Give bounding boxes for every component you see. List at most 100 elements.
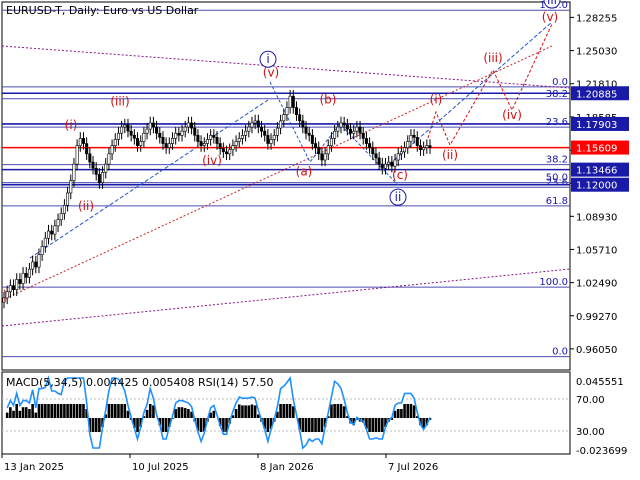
fib-label-2: 61.8 [546, 196, 568, 207]
fib-label-4: 50.0 [546, 173, 568, 184]
candle-body-78 [250, 122, 254, 128]
candle-body-122 [390, 161, 394, 167]
macd-bar-50 [161, 418, 165, 432]
macd-bar-37 [120, 404, 123, 418]
candle-body-83 [266, 135, 270, 144]
candle-body-40 [129, 130, 133, 136]
candle-body-90 [288, 95, 292, 108]
macd-bar-36 [117, 404, 120, 418]
candle-body-13 [43, 237, 47, 247]
macd-bar-87 [279, 404, 282, 418]
macd-bar-91 [291, 406, 295, 418]
candle-body-54 [174, 132, 178, 139]
wave-label-14: (v) [542, 10, 558, 24]
candle-body-18 [59, 213, 63, 221]
wave-label-12: (iii) [483, 51, 502, 65]
candle-body-10 [34, 261, 38, 268]
wave-label-16: ) [3, 288, 8, 302]
candle-body-45 [145, 128, 149, 134]
y-tick-label-8: 1.02490 [576, 279, 617, 290]
macd-bar-6 [21, 407, 25, 418]
candle-body-34 [110, 145, 114, 155]
macd-bar-118 [377, 418, 381, 432]
candle-body-62 [199, 141, 203, 146]
candle-body-130 [415, 137, 419, 146]
candle-body-21 [69, 180, 73, 194]
candle-body-64 [205, 139, 209, 144]
candle-body-75 [240, 135, 244, 139]
candle-body-66 [212, 135, 216, 138]
candle-body-46 [148, 122, 152, 130]
wave-label-2: (iii) [110, 94, 129, 108]
macd-bar-77 [247, 405, 251, 418]
candle-body-96 [307, 132, 311, 136]
candle-body-26 [85, 143, 89, 155]
candle-body-19 [62, 205, 66, 214]
candle-body-107 [342, 122, 346, 126]
macd-bar-97 [311, 418, 314, 432]
candle-body-115 [368, 143, 372, 148]
candle-body-77 [247, 126, 251, 132]
y-tick-label-6: 1.08930 [576, 212, 617, 223]
fib-label-6: 23.6 [546, 117, 568, 128]
candle-body-61 [196, 135, 200, 142]
macd-bar-125 [400, 409, 403, 418]
candle-body-108 [345, 124, 349, 130]
candle-body-86 [275, 127, 279, 136]
macd-bar-4 [15, 404, 19, 418]
macd-bar-20 [66, 404, 69, 418]
candle-body-113 [361, 132, 365, 139]
candle-body-112 [358, 126, 362, 134]
indicator-tick-label-1: 70.00 [576, 395, 605, 406]
macd-bar-14 [47, 404, 50, 418]
candle-body-129 [412, 135, 416, 138]
candle-body-72 [231, 145, 235, 151]
candle-body-39 [126, 124, 130, 132]
candle-body-89 [285, 107, 289, 116]
candle-body-14 [47, 230, 51, 239]
candle-body-70 [225, 151, 229, 155]
macd-bar-105 [336, 404, 340, 418]
candle-body-127 [406, 141, 410, 148]
macd-bar-7 [24, 407, 28, 418]
wave-label-3: (iv) [202, 154, 222, 168]
macd-bar-94 [301, 418, 305, 432]
candle-body-22 [72, 163, 76, 181]
candle-body-60 [193, 127, 197, 136]
price-tag-label-3: 1.13466 [576, 166, 617, 177]
candle-body-92 [294, 107, 298, 116]
x-tick-label-0: 13 Jan 2025 [4, 462, 64, 473]
candle-body-15 [50, 230, 54, 235]
chart-title: EURUSD-T, Daily: Euro vs US Dollar [6, 4, 199, 17]
macd-bar-21 [69, 404, 73, 418]
macd-bar-28 [91, 418, 95, 432]
fib-label-5: 38.2 [546, 155, 568, 166]
macd-bar-29 [94, 418, 98, 432]
candle-body-38 [123, 124, 127, 128]
macd-bar-107 [342, 406, 346, 418]
candle-body-24 [78, 138, 82, 146]
macd-bar-100 [320, 418, 324, 432]
candle-body-105 [336, 126, 340, 132]
candle-body-8 [27, 268, 31, 278]
candle-body-117 [374, 153, 378, 159]
macd-bar-115 [368, 418, 371, 432]
candle-body-31 [101, 172, 105, 183]
candle-body-59 [190, 122, 194, 129]
candle-body-118 [377, 157, 381, 165]
candle-body-97 [310, 135, 314, 144]
wave-label-8: (c) [392, 168, 408, 182]
candle-body-76 [244, 130, 248, 136]
macd-bar-62 [199, 418, 203, 432]
candle-body-67 [215, 137, 219, 144]
macd-bar-127 [406, 404, 410, 418]
macd-bar-79 [253, 405, 257, 418]
macd-bar-11 [37, 404, 41, 418]
candle-body-16 [53, 225, 57, 235]
macd-bar-66 [212, 410, 216, 418]
candle-body-79 [253, 120, 257, 124]
wave-label-4: (v) [263, 66, 279, 80]
candle-body-99 [317, 147, 321, 155]
candle-body-3 [12, 285, 16, 291]
macd-bar-2 [9, 407, 12, 418]
